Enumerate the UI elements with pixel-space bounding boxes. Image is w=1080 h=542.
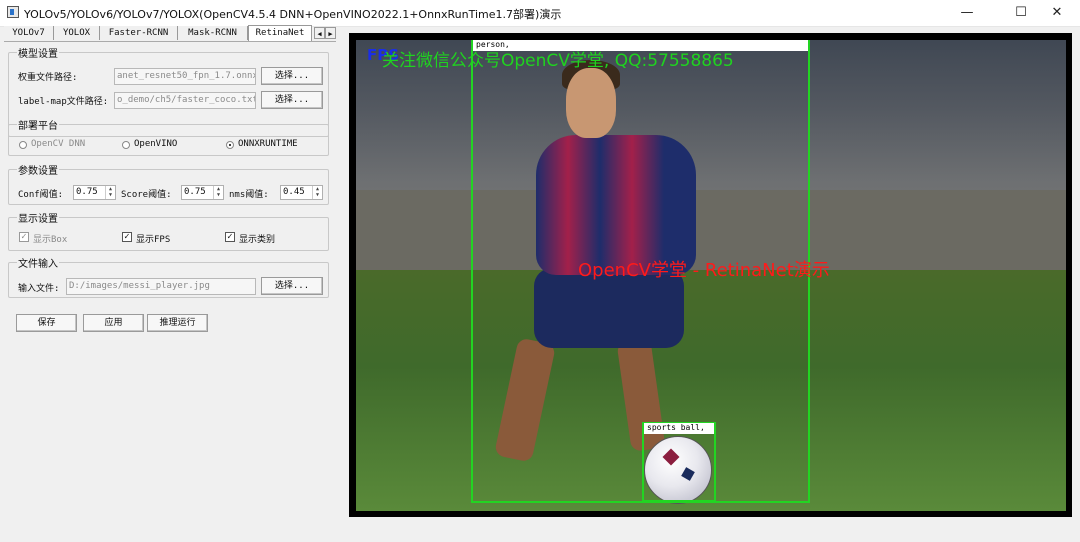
params-group: 参数设置 Conf阈值: 0.75 ▲ ▼ Score阈值: 0.75 ▲ ▼ nm… [8, 162, 329, 205]
show-class-label: 显示类别 [239, 235, 276, 245]
radio-onnxruntime-label: ONNXRUNTIME [238, 139, 298, 149]
nms-threshold-label: nms阈值: [229, 190, 269, 200]
labelmap-path-input[interactable]: o_demo/ch5/faster_coco.txt [114, 92, 256, 109]
tab-scroll-right-icon[interactable]: ▶ [325, 27, 336, 39]
show-class-checkbox[interactable]: ✓ [225, 232, 235, 242]
radio-openvino[interactable] [122, 141, 130, 149]
radio-onnxruntime[interactable] [226, 141, 234, 149]
model-tab-bar: YOLOv7 YOLOX Faster-RCNN Mask-RCNN Retin… [4, 25, 336, 42]
nms-threshold-value: 0.45 [283, 187, 305, 197]
weights-path-input[interactable]: anet_resnet50_fpn_1.7.onnx [114, 68, 256, 85]
conf-threshold-label: Conf阈值: [18, 190, 64, 200]
score-threshold-spinbox[interactable]: 0.75 ▲ ▼ [181, 185, 224, 200]
weights-browse-button[interactable]: 选择... [261, 67, 323, 85]
ball-detection-label: sports ball, [644, 423, 714, 434]
tab-retinanet[interactable]: RetinaNet [248, 25, 312, 41]
spin-arrows-icon[interactable]: ▲ ▼ [213, 186, 223, 199]
display-settings-group: 显示设置 ✓ 显示Box ✓ 显示FPS ✓ 显示类别 [8, 210, 329, 251]
watermark-text: 关注微信公众号OpenCV学堂, QQ:57558865 [382, 51, 734, 71]
radio-opencv-dnn-label: OpenCV DNN [31, 139, 86, 149]
tab-yolox[interactable]: YOLOX [54, 26, 100, 40]
ball-detection-box [642, 422, 716, 502]
settings-panel: YOLOv7 YOLOX Faster-RCNN Mask-RCNN Retin… [0, 25, 338, 542]
display-settings-title: 显示设置 [17, 210, 59, 225]
radio-opencv-dnn[interactable] [19, 141, 27, 149]
tab-mask-rcnn[interactable]: Mask-RCNN [178, 26, 248, 40]
tab-scroll-left-icon[interactable]: ◀ [314, 27, 325, 39]
show-box-label: 显示Box [33, 235, 68, 245]
file-input-title: 文件输入 [17, 255, 59, 270]
save-button[interactable]: 保存 [16, 314, 77, 332]
title-bar: YOLOv5/YOLOv6/YOLOv7/YOLOX(OpenCV4.5.4 D… [0, 0, 1080, 27]
window-title: YOLOv5/YOLOv6/YOLOv7/YOLOX(OpenCV4.5.4 D… [24, 8, 562, 21]
show-box-checkbox[interactable]: ✓ [19, 232, 29, 242]
input-file-label: 输入文件: [18, 284, 60, 294]
deploy-platform-title: 部署平台 [17, 117, 59, 132]
conf-threshold-value: 0.75 [76, 187, 98, 197]
nms-threshold-spinbox[interactable]: 0.45 ▲ ▼ [280, 185, 323, 200]
deploy-platform-group: 部署平台 OpenCV DNN OpenVINO ONNXRUNTIME [8, 117, 329, 156]
spin-arrows-icon[interactable]: ▲ ▼ [105, 186, 115, 199]
input-file-browse-button[interactable]: 选择... [261, 277, 323, 295]
radio-openvino-label: OpenVINO [134, 139, 178, 149]
input-file-field[interactable]: D:/images/messi_player.jpg [66, 278, 256, 295]
run-inference-button[interactable]: 推理运行 [147, 314, 208, 332]
model-settings-title: 模型设置 [17, 45, 59, 60]
tab-faster-rcnn[interactable]: Faster-RCNN [100, 26, 178, 40]
spin-arrows-icon[interactable]: ▲ ▼ [312, 186, 322, 199]
labelmap-browse-button[interactable]: 选择... [261, 91, 323, 109]
score-threshold-label: Score阈值: [121, 190, 172, 200]
score-threshold-value: 0.75 [184, 187, 206, 197]
close-button[interactable]: ✕ [1034, 0, 1080, 26]
labelmap-path-label: label-map文件路径: [18, 97, 109, 107]
show-fps-label: 显示FPS [136, 235, 171, 245]
show-fps-checkbox[interactable]: ✓ [122, 232, 132, 242]
tab-yolov7[interactable]: YOLOv7 [4, 26, 54, 40]
conf-threshold-spinbox[interactable]: 0.75 ▲ ▼ [73, 185, 116, 200]
weights-path-label: 权重文件路径: [18, 73, 78, 83]
apply-button[interactable]: 应用 [83, 314, 144, 332]
params-title: 参数设置 [17, 162, 59, 177]
file-input-group: 文件输入 输入文件: D:/images/messi_player.jpg 选择… [8, 255, 329, 298]
demo-title-text: OpenCV学堂 - RetinaNet演示 [578, 260, 830, 281]
detection-result-image: person, sports ball, FPS 关注微信公众号OpenCV学堂… [356, 40, 1066, 511]
minimize-button[interactable]: — [944, 0, 990, 26]
app-icon [7, 6, 19, 18]
